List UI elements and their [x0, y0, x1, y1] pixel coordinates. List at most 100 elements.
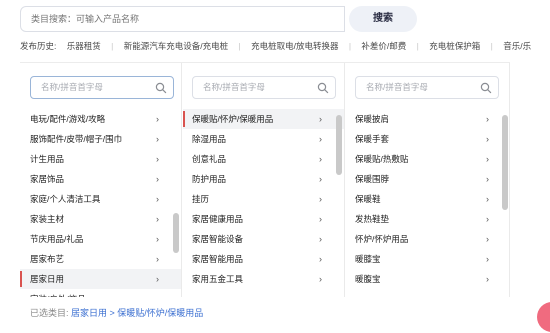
selected-category-path: 居家日用 > 保暖贴/怀炉/保暖用品	[71, 308, 204, 318]
history-divider: |	[111, 41, 114, 51]
history-divider: |	[416, 41, 419, 51]
category-item-label: 家用五金工具	[192, 274, 244, 284]
chevron-right-icon: ›	[319, 254, 322, 264]
column-filter-placeholder: 名称/拼音首字母	[366, 82, 428, 92]
category-item-label: 节庆用品/礼品	[30, 234, 84, 244]
category-item-label: 居家布艺	[30, 254, 65, 264]
column-filter-placeholder: 名称/拼音首字母	[203, 82, 265, 92]
history-item[interactable]: 新能源汽车充电设备/充电桩	[124, 40, 228, 52]
search-icon	[480, 82, 492, 94]
category-item[interactable]: 发热鞋垫 ›	[346, 209, 509, 229]
category-item-label: 保暖手套	[355, 134, 390, 144]
category-item[interactable]: 电玩/配件/游戏/攻略 ›	[20, 109, 181, 129]
category-item[interactable]: 计生用品 ›	[20, 149, 181, 169]
chevron-right-icon: ›	[486, 154, 489, 164]
category-item[interactable]: 防护用品 ›	[183, 169, 344, 189]
category-item[interactable]: 服饰配件/皮带/帽子/围巾 ›	[20, 129, 181, 149]
category-item-label: 家居饰品	[30, 174, 65, 184]
category-item[interactable]: 保暖手套 ›	[346, 129, 509, 149]
chevron-right-icon: ›	[319, 174, 322, 184]
category-item-label: 居家日用	[30, 274, 65, 284]
category-item[interactable]: 挂历 ›	[183, 189, 344, 209]
chevron-right-icon: ›	[486, 194, 489, 204]
category-item[interactable]: 居家日用 ›	[20, 269, 181, 289]
scrollbar[interactable]	[173, 213, 179, 253]
category-item-label: 家装/户外/饰品	[30, 294, 86, 297]
category-item[interactable]: 除湿用品 ›	[183, 129, 344, 149]
category-item[interactable]: 怀炉/怀炉用品 ›	[346, 229, 509, 249]
chevron-right-icon: ›	[486, 234, 489, 244]
category-list: 电玩/配件/游戏/攻略 › 服饰配件/皮带/帽子/围巾 › 计生用品 › 家居饰品 › 家庭/个…	[20, 109, 181, 297]
category-item[interactable]: 节庆用品/礼品 ›	[20, 229, 181, 249]
category-item-label: 保暖围脖	[355, 174, 390, 184]
history-item[interactable]: 乐器租赁	[67, 40, 101, 52]
column-filter-input[interactable]: 名称/拼音首字母	[192, 76, 336, 99]
category-item-label: 保暖贴/怀炉/保暖用品	[192, 114, 274, 124]
category-item-label: 电玩/配件/游戏/攻略	[30, 114, 106, 124]
category-item-label: 计生用品	[30, 154, 65, 164]
category-column-level-2: 名称/拼音首字母 保暖贴/怀炉/保暖用品 › 除湿用品 › 创意礼品 › 防护用品 › 挂历 › 家…	[183, 63, 345, 297]
category-item[interactable]: 保暖贴/热敷贴 ›	[346, 149, 509, 169]
history-divider: |	[238, 41, 241, 51]
scrollbar[interactable]	[336, 115, 342, 175]
selected-category-label: 已选类目:	[30, 308, 69, 318]
category-list: 保暖披肩 › 保暖手套 › 保暖贴/热敷贴 › 保暖围脖 › 保暖鞋 › 发热鞋垫 › 怀炉/怀炉用品 ›…	[346, 109, 509, 297]
category-item-label: 家居智能用品	[192, 254, 244, 264]
category-item-label: 怀炉/怀炉用品	[355, 234, 409, 244]
category-column-level-3: 名称/拼音首字母 保暖披肩 › 保暖手套 › 保暖贴/热敷贴 › 保暖围脖 › 保暖鞋 › 发热鞋垫…	[346, 63, 510, 297]
category-column-level-1: 名称/拼音首字母 电玩/配件/游戏/攻略 › 服饰配件/皮带/帽子/围巾 › 计生用品 ›…	[20, 63, 182, 297]
category-item[interactable]: 保暖鞋 ›	[346, 189, 509, 209]
category-item-label: 挂历	[192, 194, 210, 204]
category-item[interactable]: 家装/户外/饰品 ›	[20, 289, 181, 297]
chevron-right-icon: ›	[156, 234, 159, 244]
chevron-right-icon: ›	[319, 194, 322, 204]
scrollbar[interactable]	[502, 115, 508, 210]
chevron-right-icon: ›	[156, 134, 159, 144]
column-filter-input[interactable]: 名称/拼音首字母	[30, 76, 174, 99]
category-item[interactable]: 家居智能设备 ›	[183, 229, 344, 249]
history-divider: |	[490, 41, 493, 51]
history-item[interactable]: 音乐/乐	[503, 40, 531, 52]
chevron-right-icon: ›	[156, 214, 159, 224]
column-filter-input[interactable]: 名称/拼音首字母	[355, 76, 499, 99]
chevron-right-icon: ›	[156, 194, 159, 204]
category-item[interactable]: 家庭/个人清洁工具 ›	[20, 189, 181, 209]
category-item[interactable]: 家居饰品 ›	[20, 169, 181, 189]
category-item[interactable]: 家居智能用品 ›	[183, 249, 344, 269]
search-icon	[155, 82, 167, 94]
chevron-right-icon: ›	[319, 154, 322, 164]
chevron-right-icon: ›	[156, 114, 159, 124]
history-item[interactable]: 补差价/邮费	[361, 40, 406, 52]
category-item-label: 暖膝宝	[355, 254, 381, 264]
category-item[interactable]: 暖膝宝 ›	[346, 249, 509, 269]
floating-action-button[interactable]	[537, 302, 550, 332]
category-item[interactable]: 暖腹宝 ›	[346, 269, 509, 289]
category-item[interactable]: 家装主材 ›	[20, 209, 181, 229]
history-item[interactable]: 充电桩取电/放电转换器	[251, 40, 338, 52]
category-item[interactable]: 创意礼品 ›	[183, 149, 344, 169]
category-item[interactable]: 家居健康用品 ›	[183, 209, 344, 229]
category-item-label: 保暖鞋	[355, 194, 381, 204]
category-item[interactable]: 保暖围脖 ›	[346, 169, 509, 189]
category-search-input[interactable]	[20, 6, 345, 32]
category-item-label: 家居智能设备	[192, 234, 244, 244]
chevron-right-icon: ›	[486, 134, 489, 144]
chevron-right-icon: ›	[319, 234, 322, 244]
column-filter-placeholder: 名称/拼音首字母	[41, 82, 103, 92]
category-item[interactable]: 保暖披肩 ›	[346, 109, 509, 129]
history-item[interactable]: 充电桩保护箱	[429, 40, 480, 52]
category-item[interactable]: 保暖贴/怀炉/保暖用品 ›	[183, 109, 344, 129]
publish-history: 发布历史: 乐器租赁 | 新能源汽车充电设备/充电桩 | 充电桩取电/放电转换器…	[20, 40, 550, 52]
category-picker: 名称/拼音首字母 电玩/配件/游戏/攻略 › 服饰配件/皮带/帽子/围巾 › 计生用品 ›…	[20, 62, 510, 297]
chevron-right-icon: ›	[486, 274, 489, 284]
category-item-label: 家装主材	[30, 214, 65, 224]
chevron-right-icon: ›	[156, 154, 159, 164]
category-item[interactable]: 家用五金工具 ›	[183, 269, 344, 289]
category-item[interactable]: 居家布艺 ›	[20, 249, 181, 269]
category-item-label: 暖腹宝	[355, 274, 381, 284]
chevron-right-icon: ›	[486, 214, 489, 224]
search-button[interactable]: 搜索	[349, 6, 417, 32]
chevron-right-icon: ›	[156, 174, 159, 184]
category-item-label: 保暖披肩	[355, 114, 390, 124]
chevron-right-icon: ›	[319, 114, 322, 124]
